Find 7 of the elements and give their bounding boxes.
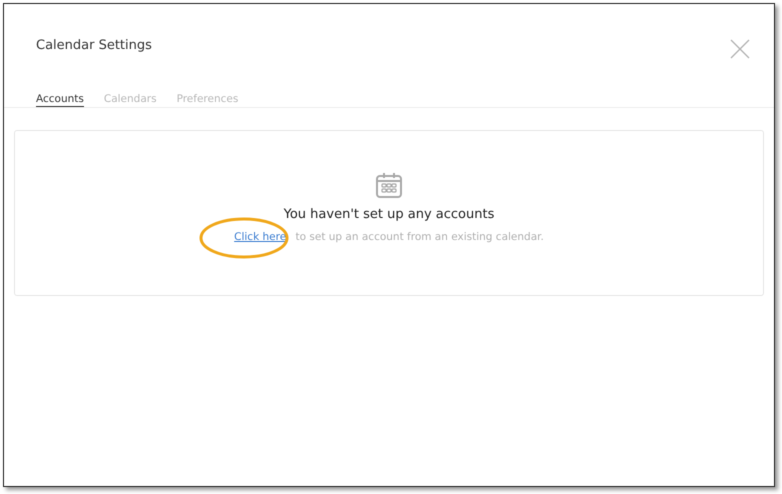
- click-here-link[interactable]: Click here: [234, 231, 286, 243]
- empty-state-heading: You haven't set up any accounts: [284, 207, 494, 222]
- tab[interactable]: Accounts: [36, 93, 84, 107]
- close-icon[interactable]: [730, 39, 750, 59]
- setup-hint-text: to set up an account from an existing calendar.: [296, 231, 544, 243]
- window-title: Calendar Settings: [36, 38, 152, 52]
- calendar-icon: [375, 171, 403, 199]
